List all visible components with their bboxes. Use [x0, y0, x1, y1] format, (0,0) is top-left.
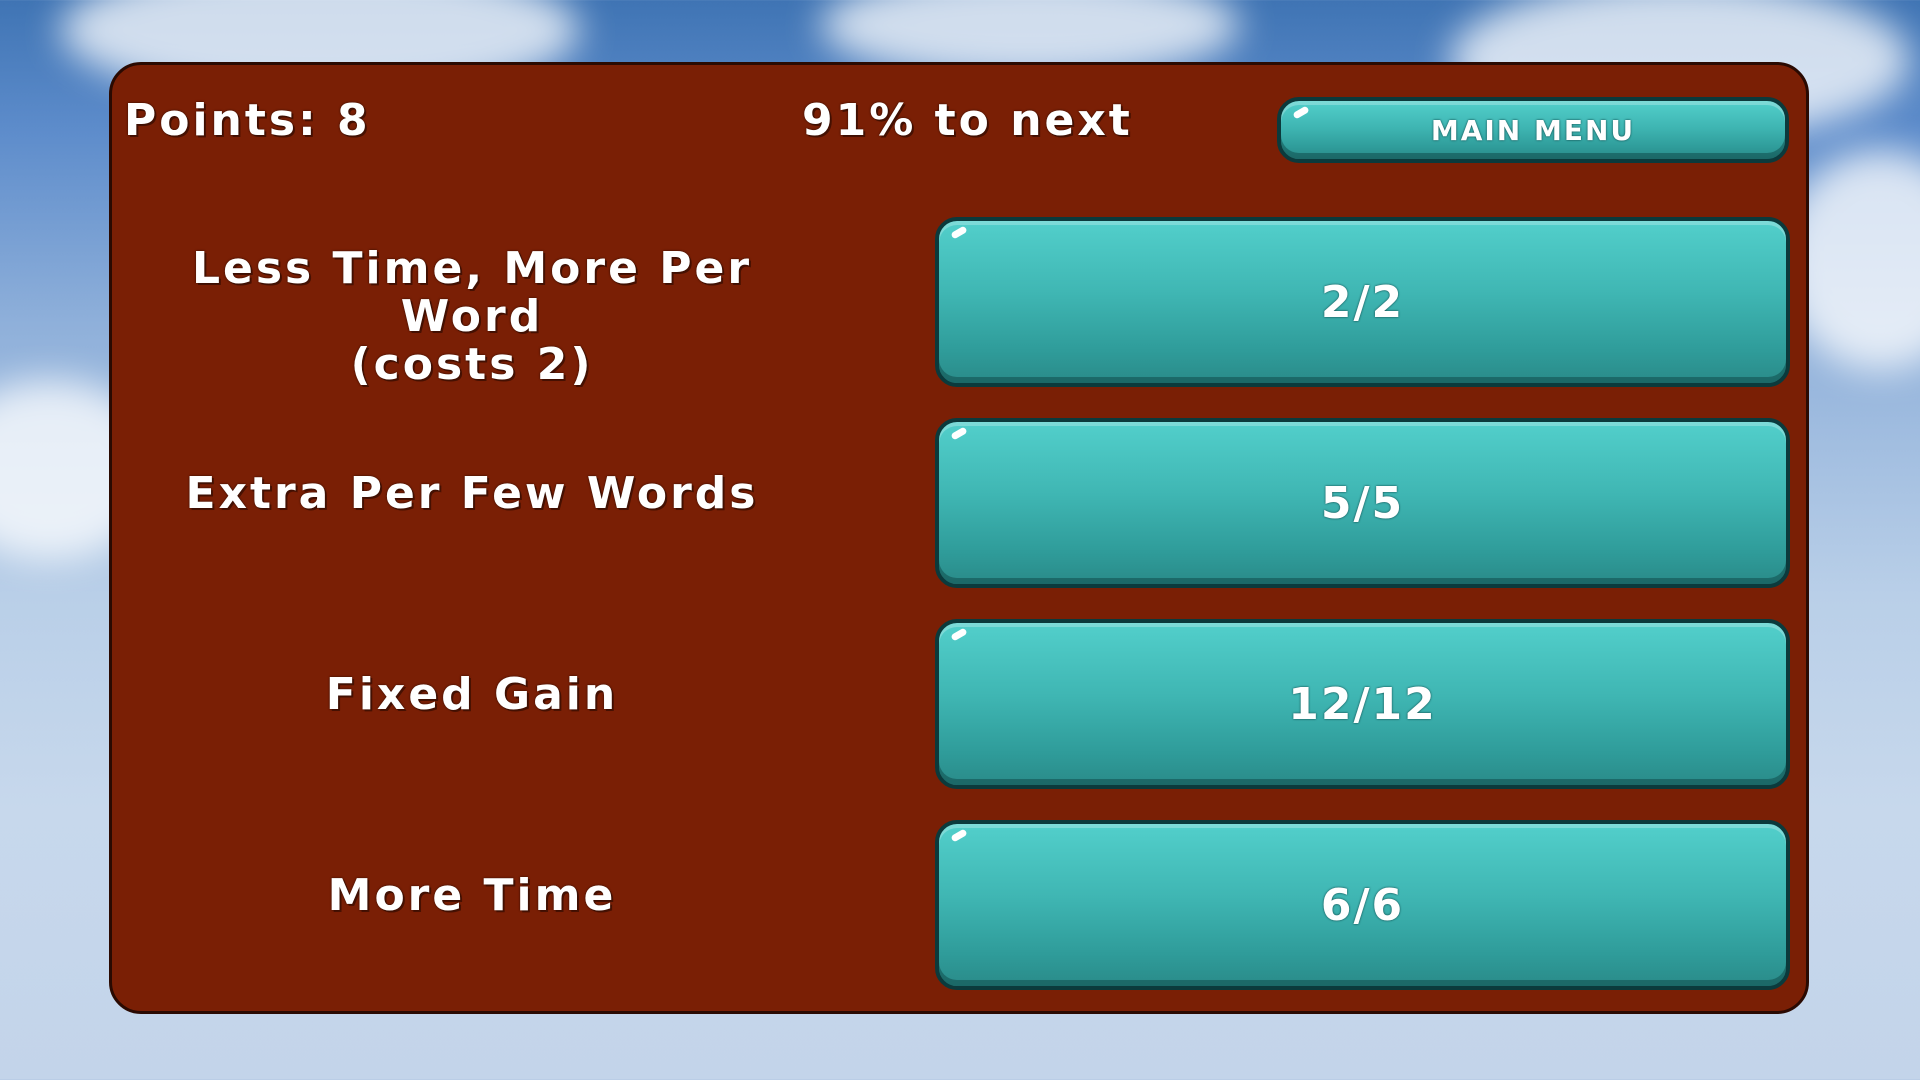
button-shine-icon: [950, 828, 968, 843]
upgrade-level: 2/2: [1320, 276, 1405, 328]
upgrade-label-extra-per-few-words: Extra Per Few Words: [185, 468, 759, 519]
upgrades-panel: Points: 8 91% to next MAIN MENU Less Tim…: [109, 62, 1809, 1014]
progress-to-next: 91% to next: [802, 95, 1133, 146]
upgrade-button-less-time[interactable]: 2/2: [935, 217, 1790, 387]
points-counter: Points: 8: [124, 95, 371, 146]
button-shine-icon: [950, 225, 968, 240]
upgrade-label-fixed-gain: Fixed Gain: [325, 669, 619, 720]
button-shine-icon: [1292, 105, 1310, 120]
upgrade-button-more-time[interactable]: 6/6: [935, 820, 1790, 990]
upgrade-level: 12/12: [1288, 678, 1437, 730]
upgrade-level: 6/6: [1320, 879, 1405, 931]
upgrade-level: 5/5: [1320, 477, 1405, 529]
upgrade-button-extra-per-few-words[interactable]: 5/5: [935, 418, 1790, 588]
button-shine-icon: [950, 627, 968, 642]
upgrade-label-less-time: Less Time, More Per Word (costs 2): [191, 243, 753, 390]
button-shine-icon: [950, 426, 968, 441]
main-menu-label: MAIN MENU: [1430, 113, 1636, 147]
main-menu-button[interactable]: MAIN MENU: [1277, 97, 1789, 163]
upgrade-label-more-time: More Time: [327, 870, 617, 921]
upgrade-button-fixed-gain[interactable]: 12/12: [935, 619, 1790, 789]
